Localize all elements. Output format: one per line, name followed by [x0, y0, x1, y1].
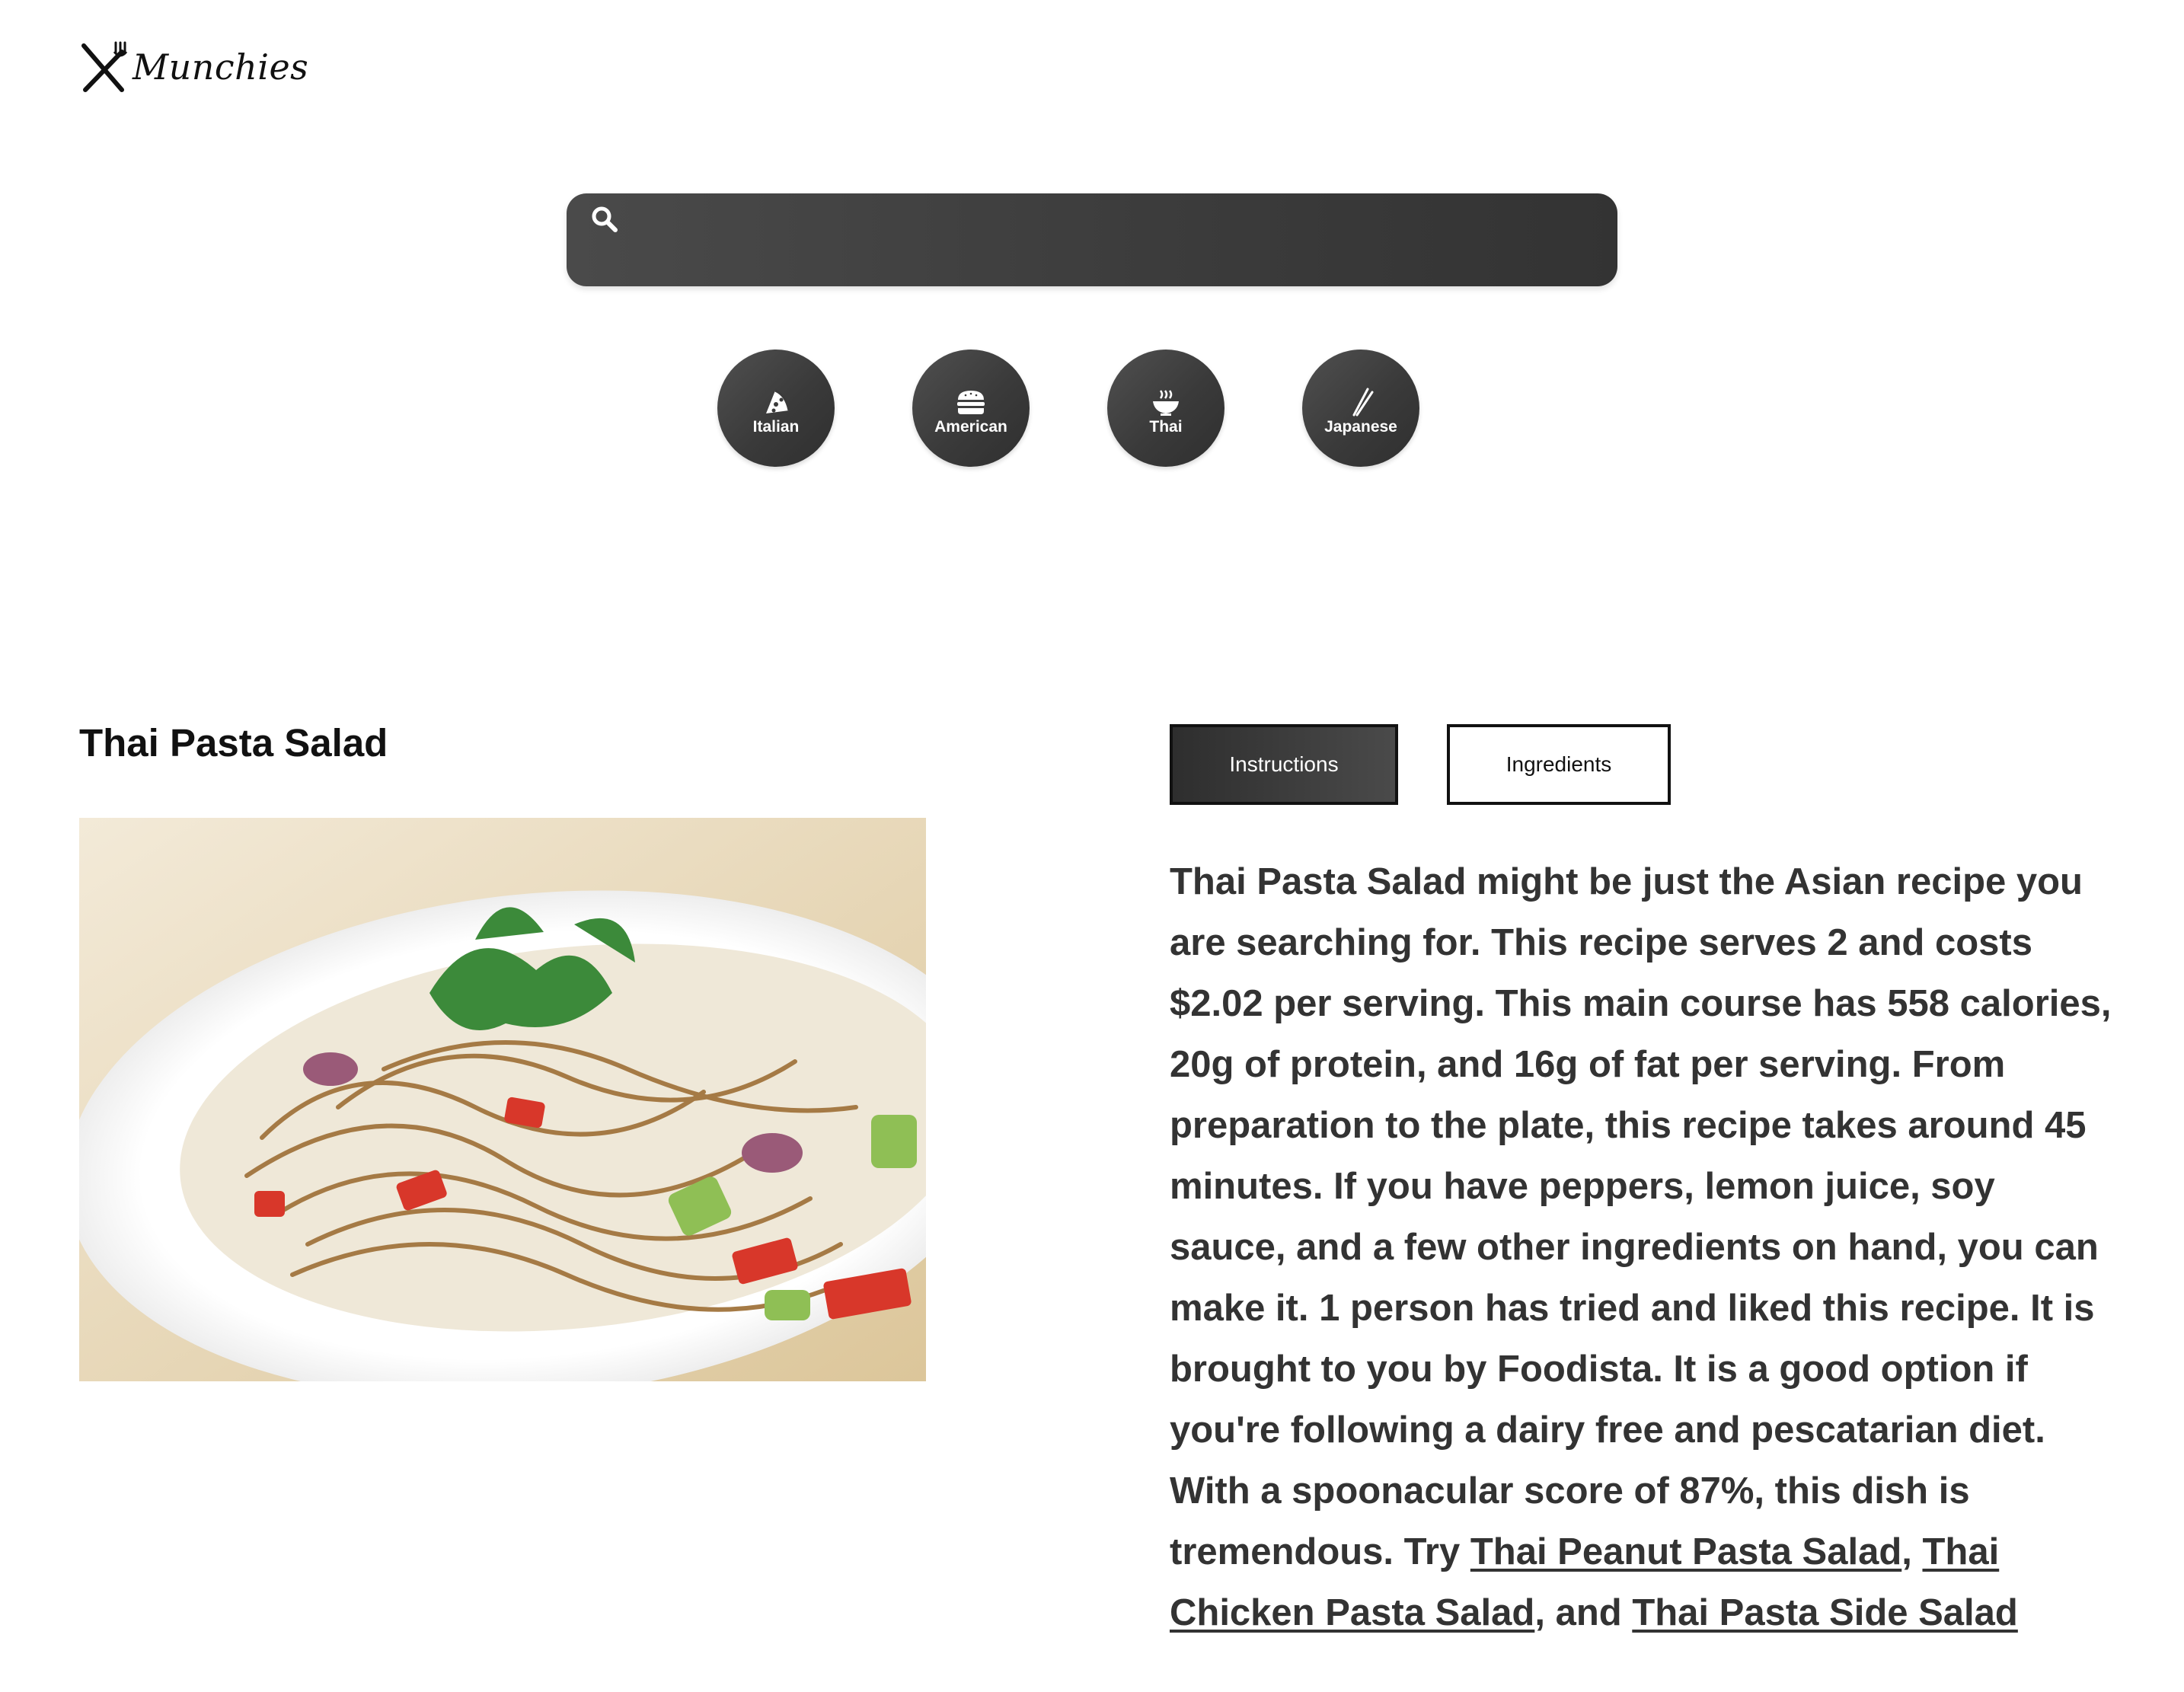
recipe-title: Thai Pasta Salad: [79, 721, 388, 765]
cuisine-label: Thai: [1149, 418, 1183, 436]
search-icon: [592, 206, 618, 232]
cuisine-american-button[interactable]: American: [912, 350, 1030, 467]
cuisine-label: Japanese: [1324, 418, 1397, 436]
cuisine-list: Italian American Thai Japanese: [717, 350, 1419, 467]
recipe-summary: Thai Pasta Salad might be just the Asian…: [1170, 851, 2114, 1643]
tab-ingredients-label: Ingredients: [1505, 752, 1612, 776]
tab-instructions[interactable]: Instructions: [1170, 724, 1398, 805]
cuisine-italian-button[interactable]: Italian: [717, 350, 835, 467]
separator: , and: [1534, 1592, 1633, 1633]
recipe-image: [79, 818, 926, 1381]
burger-icon: [957, 391, 985, 414]
cuisine-thai-button[interactable]: Thai: [1107, 350, 1225, 467]
chopsticks-icon: [1352, 388, 1374, 417]
search-bar[interactable]: [567, 193, 1617, 286]
tab-instructions-label: Instructions: [1229, 752, 1339, 776]
brand-logo[interactable]: Munchies: [79, 40, 308, 94]
brand-name: Munchies: [133, 46, 309, 88]
recipe-summary-text: Thai Pasta Salad might be just the Asian…: [1170, 861, 2112, 1572]
cuisine-label: Italian: [752, 418, 800, 436]
cuisine-japanese-button[interactable]: Japanese: [1302, 350, 1419, 467]
pizza-icon: [766, 389, 790, 413]
cuisine-label: American: [934, 418, 1007, 436]
noodle-bowl-icon: [1153, 390, 1179, 416]
related-recipe-link[interactable]: Thai Peanut Pasta Salad: [1470, 1531, 1901, 1572]
related-recipe-link[interactable]: Thai Pasta Side Salad: [1632, 1592, 2018, 1633]
recipe-photo: [79, 818, 926, 1381]
fork-knife-icon: [81, 41, 128, 92]
separator: ,: [1901, 1531, 1923, 1572]
search-input[interactable]: [635, 207, 1598, 270]
tab-ingredients[interactable]: Ingredients: [1447, 724, 1671, 805]
